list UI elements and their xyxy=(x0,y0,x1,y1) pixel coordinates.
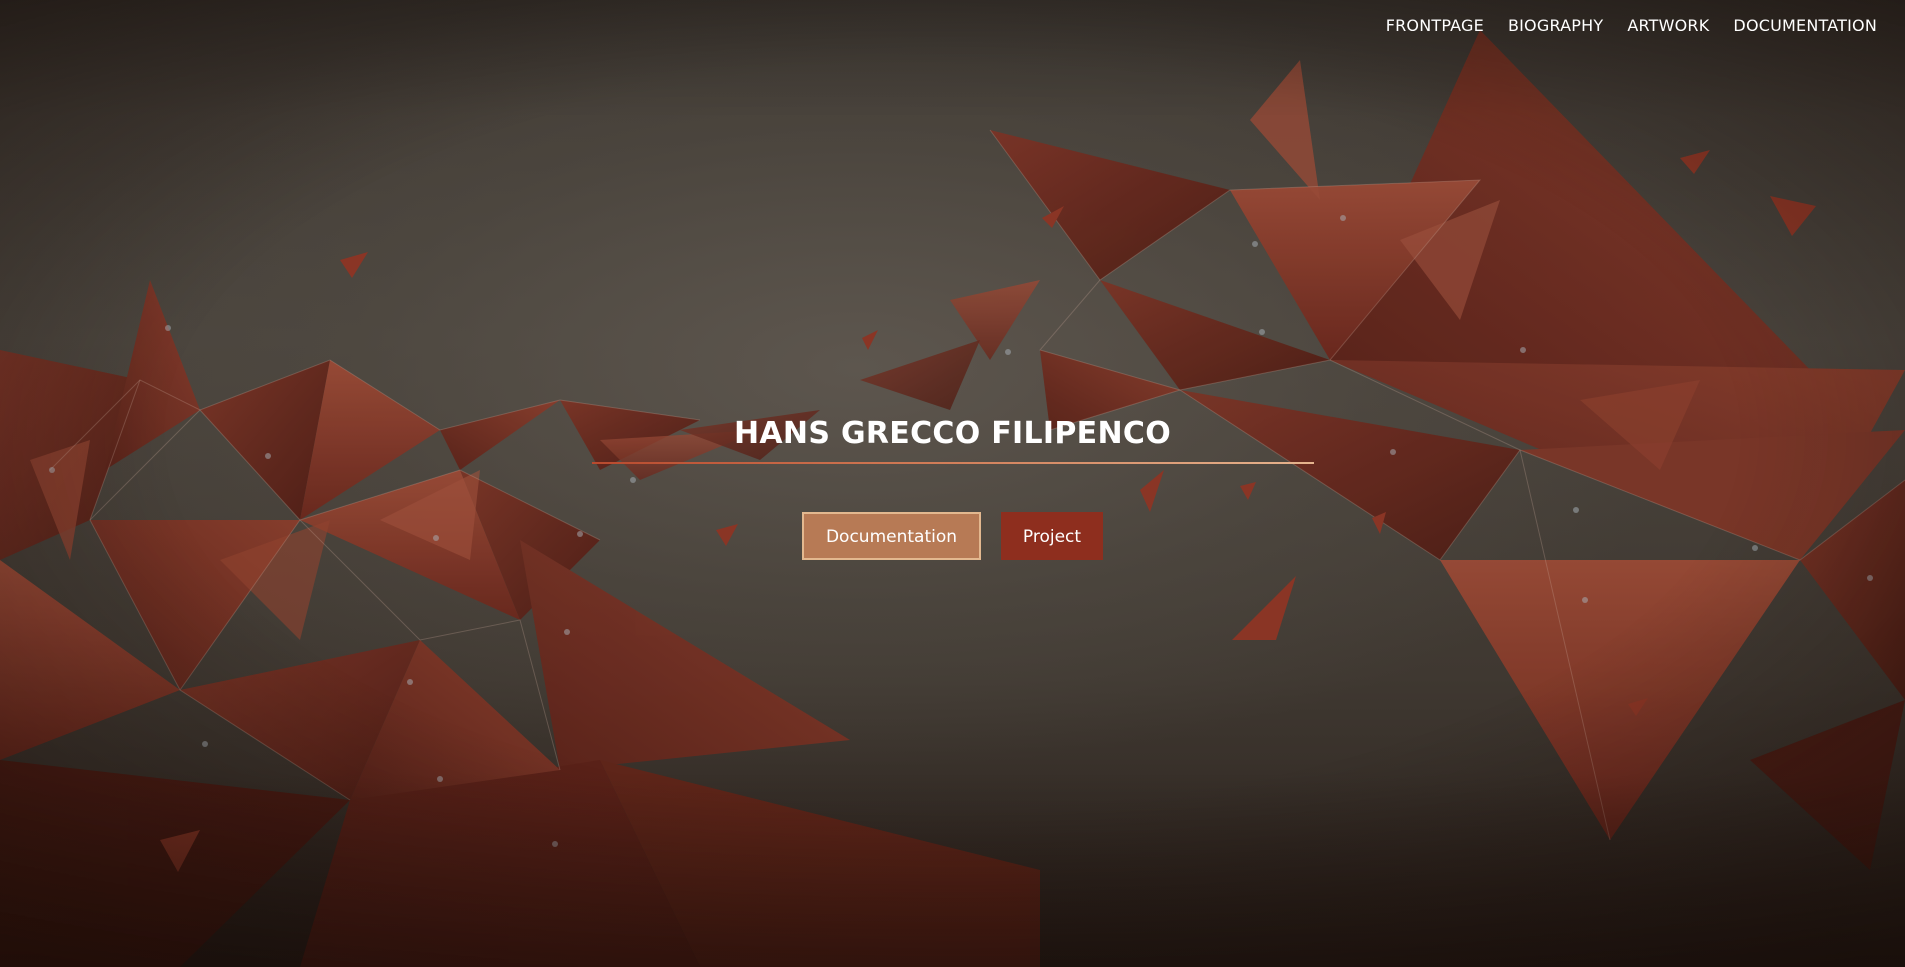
nav-link-biography[interactable]: BIOGRAPHY xyxy=(1496,15,1615,37)
hero-content: HANS GRECCO FILIPENCO Documentation Proj… xyxy=(0,408,1905,560)
nav-link-artwork[interactable]: ARTWORK xyxy=(1615,15,1721,37)
title-underline xyxy=(591,462,1314,464)
documentation-button[interactable]: Documentation xyxy=(802,512,981,560)
project-button[interactable]: Project xyxy=(1001,512,1103,560)
hero-section: FRONTPAGE BIOGRAPHY ARTWORK DOCUMENTATIO… xyxy=(0,0,1905,967)
hero-buttons: Documentation Project xyxy=(0,512,1905,560)
top-navigation-bar: FRONTPAGE BIOGRAPHY ARTWORK DOCUMENTATIO… xyxy=(0,0,1905,52)
page-title: HANS GRECCO FILIPENCO xyxy=(733,416,1172,451)
nav-link-documentation[interactable]: DOCUMENTATION xyxy=(1721,15,1889,37)
main-nav: FRONTPAGE BIOGRAPHY ARTWORK DOCUMENTATIO… xyxy=(1374,15,1889,37)
nav-link-frontpage[interactable]: FRONTPAGE xyxy=(1374,15,1496,37)
